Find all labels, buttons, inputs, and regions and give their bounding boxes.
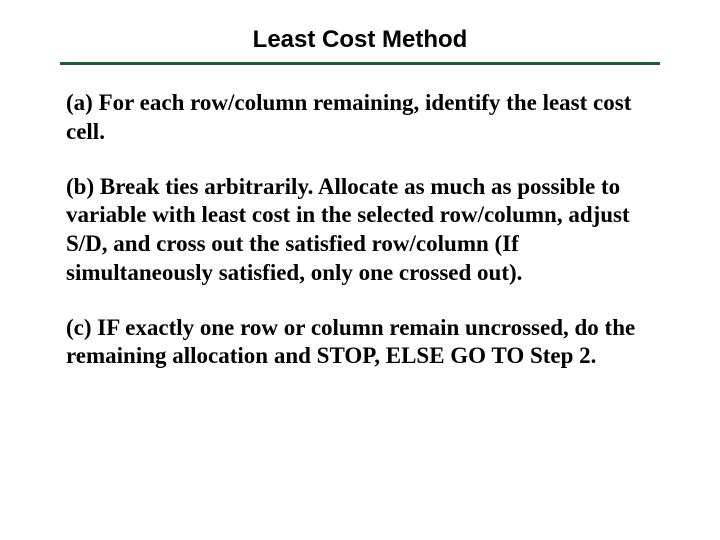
slide-body: (a) For each row/column remaining, ident… bbox=[60, 89, 660, 371]
title-divider bbox=[60, 62, 660, 65]
step-c: (c) IF exactly one row or column remain … bbox=[66, 314, 654, 372]
step-a: (a) For each row/column remaining, ident… bbox=[66, 89, 654, 147]
slide-title: Least Cost Method bbox=[60, 20, 660, 62]
step-b: (b) Break ties arbitrarily. Allocate as … bbox=[66, 173, 654, 288]
slide: Least Cost Method (a) For each row/colum… bbox=[0, 0, 720, 540]
